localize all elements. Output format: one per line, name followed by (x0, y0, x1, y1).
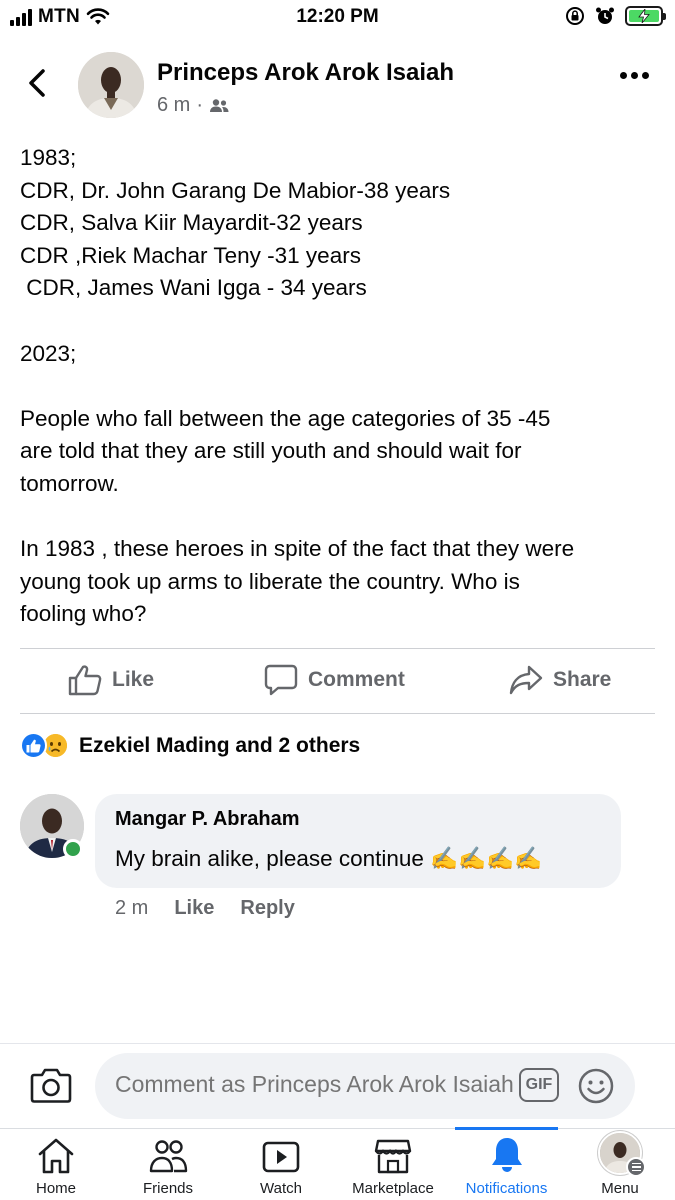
reaction-summary[interactable]: Ezekiel Mading and 2 others (20, 732, 360, 759)
share-label: Share (553, 668, 612, 691)
reaction-names[interactable]: Ezekiel Mading and 2 others (79, 734, 360, 758)
post-body: 1983; CDR, Dr. John Garang De Mabior-38 … (20, 142, 660, 631)
tab-marketplace[interactable]: Marketplace (343, 1129, 443, 1200)
thumbs-up-icon (68, 665, 102, 696)
post-line: fooling who? (20, 601, 147, 627)
share-button[interactable]: Share (509, 664, 611, 696)
post-header: Princeps Arok Arok Isaiah 6 m · (0, 50, 675, 130)
online-status-dot (63, 839, 83, 859)
comment-label: Comment (308, 668, 405, 691)
orientation-lock-icon (566, 7, 584, 25)
divider (0, 1043, 675, 1044)
like-label: Like (112, 668, 155, 691)
status-right (565, 6, 666, 26)
post-line: In 1983 , these heroes in spite of the f… (20, 536, 575, 562)
post-line: CDR, James Wani Igga - 34 years (20, 275, 367, 301)
post-time[interactable]: 6 m (157, 94, 190, 117)
post-line: People who fall between the age categori… (20, 405, 551, 431)
tab-label: Menu (601, 1180, 639, 1197)
status-bar: MTN 12:20 PM (0, 0, 675, 36)
home-icon (38, 1138, 74, 1174)
watch-icon (262, 1141, 300, 1173)
tab-label: Marketplace (352, 1180, 434, 1197)
divider (20, 648, 655, 649)
tab-watch[interactable]: Watch (245, 1129, 317, 1200)
comment-like-link[interactable]: Like (174, 897, 214, 920)
tab-label: Home (35, 1180, 76, 1197)
share-arrow-icon (509, 665, 543, 695)
comment-input[interactable] (115, 1071, 515, 1098)
tab-friends[interactable]: Friends (132, 1129, 204, 1200)
comment-time: 2 m (115, 897, 149, 919)
tab-notifications[interactable]: Notifications (455, 1129, 558, 1200)
comment-bubble[interactable]: Mangar P. Abraham My brain alike, please… (95, 794, 621, 888)
author-name[interactable]: Princeps Arok Arok Isaiah (157, 59, 454, 87)
comment-meta: 2 m Like Reply (115, 897, 295, 920)
comment-composer[interactable]: GIF (95, 1053, 635, 1119)
post-line: are told that they are still youth and s… (20, 438, 522, 464)
tab-label: Friends (142, 1180, 194, 1197)
post-line: 1983; (20, 145, 77, 170)
tab-home[interactable]: Home (20, 1129, 92, 1200)
like-reaction-icon (20, 732, 47, 759)
commenter-name[interactable]: Mangar P. Abraham (115, 808, 300, 831)
emoji-icon[interactable] (577, 1067, 615, 1105)
menu-hamburger-icon (626, 1157, 646, 1177)
post-line: young took up arms to liberate the count… (20, 568, 520, 594)
more-options-icon[interactable] (620, 72, 649, 79)
post-line: tomorrow. (20, 470, 119, 496)
tab-menu[interactable]: Menu (584, 1129, 656, 1200)
comment-text: My brain alike, please continue ✍️✍️✍️✍️ (115, 846, 543, 871)
post-meta: 6 m · (157, 94, 229, 117)
friends-icon (149, 1140, 188, 1173)
back-chevron-icon[interactable] (26, 68, 48, 98)
meta-separator: · (196, 94, 204, 116)
gif-button[interactable]: GIF (519, 1068, 559, 1102)
divider (20, 713, 655, 714)
like-button[interactable]: Like (68, 664, 154, 696)
battery-charging-icon (625, 6, 666, 26)
post-line: CDR, Dr. John Garang De Mabior-38 years (20, 177, 451, 203)
comment-button[interactable]: Comment (264, 664, 405, 696)
tab-label: Notifications (465, 1180, 548, 1197)
marketplace-icon (374, 1139, 412, 1174)
post-actions: Like Comment Share (0, 650, 675, 712)
profile-avatar (598, 1131, 646, 1177)
bottom-tab-bar: Home Friends Watch Marketplace Notificat… (0, 1127, 675, 1200)
author-avatar[interactable] (78, 52, 144, 118)
friends-audience-icon (210, 98, 229, 112)
post-line: CDR, Salva Kiir Mayardit-32 years (20, 210, 363, 236)
comment-bubble-icon (264, 664, 298, 696)
post-line: 2023; (20, 340, 77, 366)
comment-reply-link[interactable]: Reply (240, 897, 294, 920)
alarm-icon (596, 7, 614, 24)
post-line: CDR ,Riek Machar Teny -31 years (20, 242, 361, 268)
camera-icon[interactable] (30, 1066, 72, 1104)
tab-label: Watch (260, 1180, 302, 1197)
bell-icon (491, 1138, 522, 1172)
